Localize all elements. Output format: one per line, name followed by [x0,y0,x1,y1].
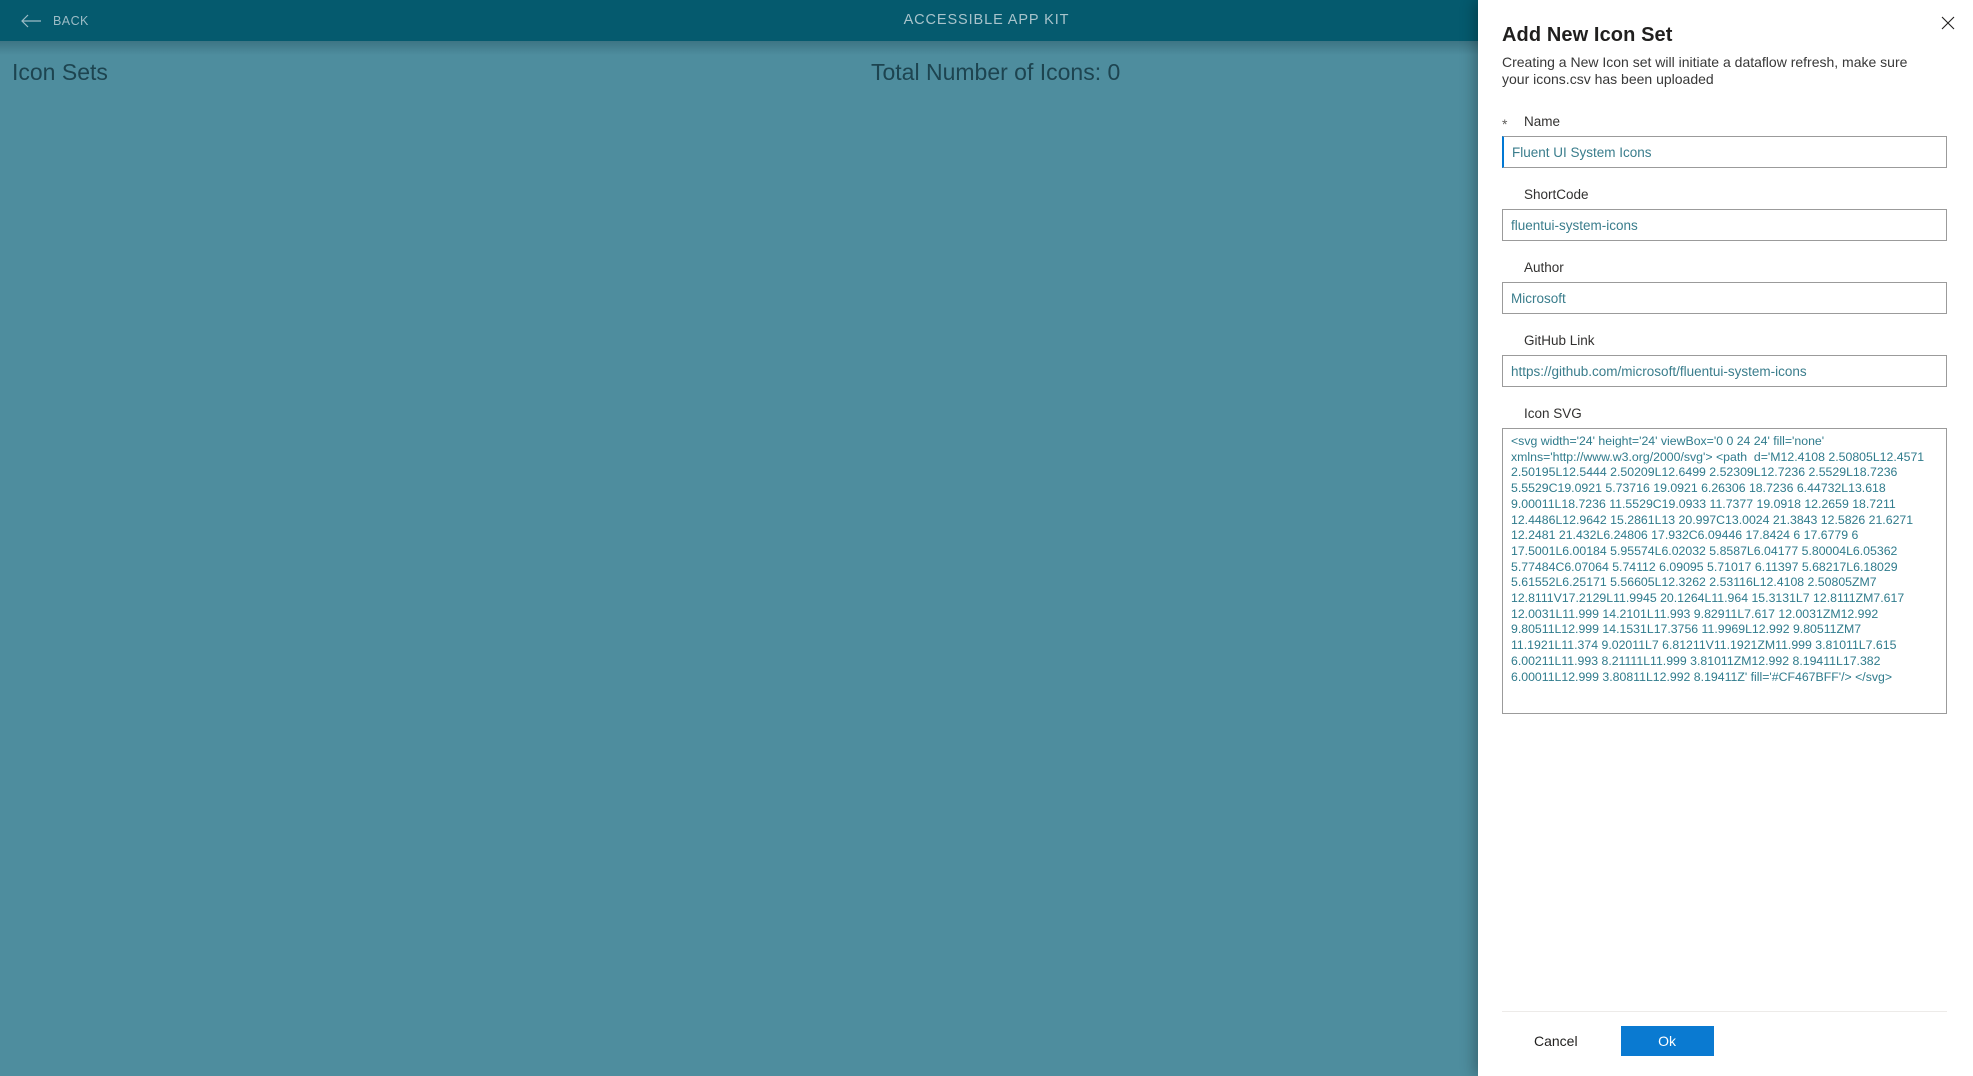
github-link-input[interactable] [1502,355,1947,387]
icon-svg-textarea[interactable] [1502,428,1947,714]
field-icon-svg-label: Icon SVG [1524,406,1582,421]
shortcode-input[interactable] [1502,209,1947,241]
close-icon[interactable] [1931,6,1965,40]
field-shortcode: ShortCode [1502,187,1947,241]
field-shortcode-label: ShortCode [1524,187,1589,202]
panel-header: Add New Icon Set Creating a New Icon set… [1478,0,1973,88]
cancel-button[interactable]: Cancel [1524,1027,1588,1055]
field-author-label-row: Author [1502,260,1947,277]
author-input[interactable] [1502,282,1947,314]
field-name-label: Name [1524,114,1561,129]
panel-subtitle: Creating a New Icon set will initiate a … [1502,54,1908,87]
field-github-link-label: GitHub Link [1524,333,1595,348]
add-icon-set-panel: Add New Icon Set Creating a New Icon set… [1478,0,1973,1076]
field-shortcode-label-row: ShortCode [1502,187,1947,204]
panel-footer: Cancel Ok [1502,1011,1947,1076]
field-icon-svg-label-row: Icon SVG [1502,406,1947,423]
panel-title: Add New Icon Set [1502,24,1673,46]
field-github-link: GitHub Link [1502,333,1947,387]
field-author-label: Author [1524,260,1564,275]
ok-button[interactable]: Ok [1620,1026,1714,1056]
required-asterisk: * [1502,116,1508,132]
panel-body: * Name ShortCode Author GitHub [1478,88,1973,1011]
name-input[interactable] [1502,136,1947,168]
field-icon-svg: Icon SVG [1502,406,1947,714]
field-name-label-row: * Name [1502,114,1947,131]
field-name: * Name [1502,114,1947,168]
field-github-link-label-row: GitHub Link [1502,333,1947,350]
field-author: Author [1502,260,1947,314]
page-title: Icon Sets [12,59,108,85]
total-icons-label: Total Number of Icons: 0 [871,59,1121,85]
